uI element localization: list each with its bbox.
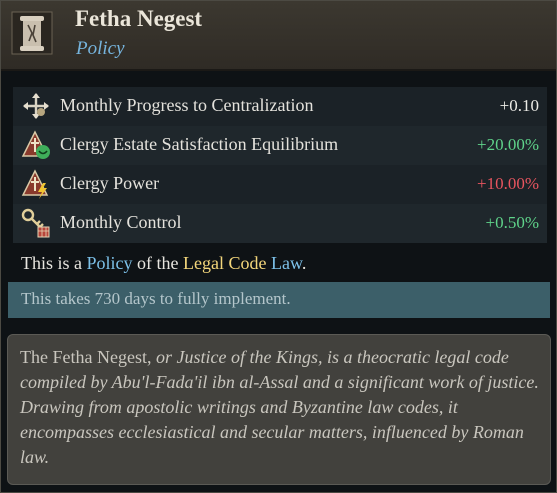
modifier-label: Monthly Progress to Centralization xyxy=(60,95,314,115)
modifier-value: +0.10 xyxy=(499,96,539,115)
policy-link[interactable]: Policy xyxy=(87,253,133,273)
control-key-icon xyxy=(21,208,50,238)
policy-subtitle[interactable]: Policy xyxy=(76,38,125,60)
description-box: The Fetha Negest, or Justice of the King… xyxy=(7,334,551,485)
policy-tooltip: Fetha Negest Policy Monthly Progress to … xyxy=(0,0,557,493)
implementation-duration-bar: This takes 730 days to fully implement. xyxy=(8,282,550,318)
centralization-arrows-icon xyxy=(23,93,49,119)
description-part: The Fetha Negest, xyxy=(20,347,156,367)
modifier-label: Monthly Control xyxy=(60,212,182,232)
modifier-list: Monthly Progress to Centralization +0.10… xyxy=(13,87,547,243)
scroll-pillar-icon xyxy=(11,11,53,55)
modifier-label: Clergy Power xyxy=(60,173,160,193)
modifier-value: +0.50% xyxy=(485,213,540,232)
modifier-row-centralization: Monthly Progress to Centralization +0.10 xyxy=(13,87,547,126)
policy-title: Fetha Negest xyxy=(75,6,203,31)
modifier-row-clergy-satisfaction: Clergy Estate Satisfaction Equilibrium +… xyxy=(13,126,547,165)
modifier-label: Clergy Estate Satisfaction Equilibrium xyxy=(60,134,339,154)
tooltip-header: Fetha Negest Policy xyxy=(1,1,556,71)
modifier-row-clergy-power: Clergy Power +10.00% xyxy=(13,165,547,204)
law-line-text: This is a xyxy=(21,253,87,273)
policy-description: The Fetha Negest, or Justice of the King… xyxy=(20,345,540,470)
legal-code-link[interactable]: Legal Code xyxy=(183,253,266,273)
law-link[interactable]: Law xyxy=(271,253,302,273)
duration-text: This takes 730 days to fully implement. xyxy=(21,289,291,308)
clergy-satisfaction-icon xyxy=(21,130,50,159)
law-info-line: This is a Policy of the Legal Code Law. xyxy=(21,253,306,274)
modifier-value: +10.00% xyxy=(477,174,539,193)
clergy-power-icon xyxy=(21,169,49,199)
law-line-text: of the xyxy=(132,253,183,273)
modifier-value: +20.00% xyxy=(477,135,539,154)
modifier-row-control: Monthly Control +0.50% xyxy=(13,204,547,243)
law-line-text: . xyxy=(301,253,307,273)
